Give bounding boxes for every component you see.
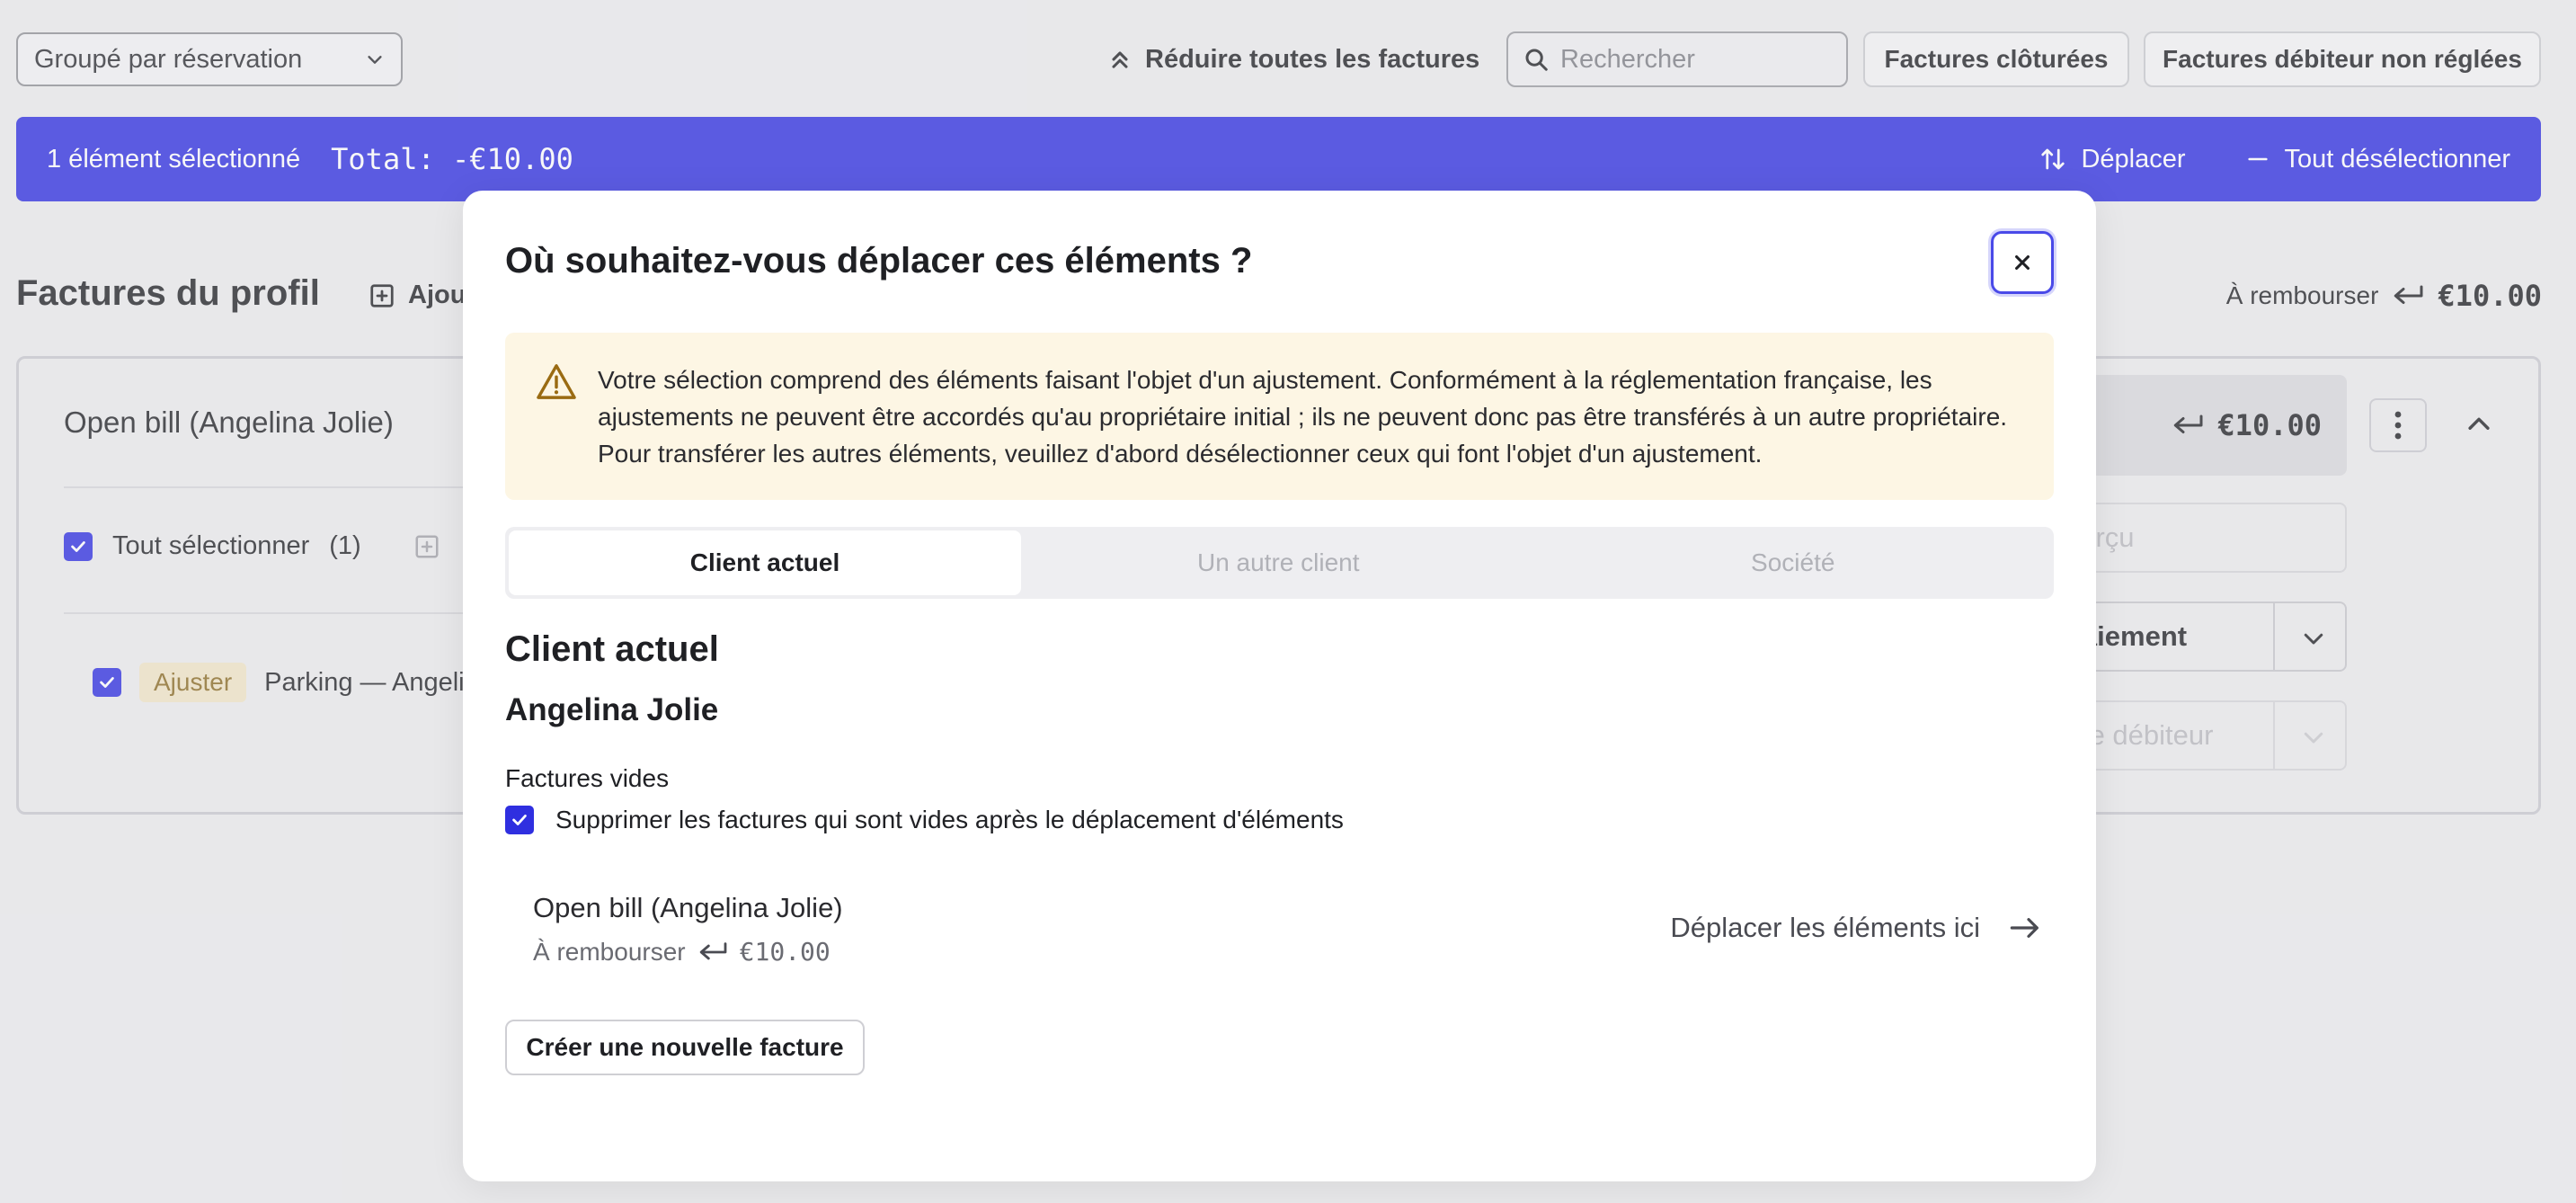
move-items-here-button[interactable]: Déplacer les éléments ici: [1670, 912, 2043, 944]
arrow-right-icon: [2010, 918, 2039, 938]
warning-text: Votre sélection comprend des éléments fa…: [598, 366, 2008, 468]
target-refund-amount: €10.00: [739, 937, 831, 967]
target-refund-label: À rembourser: [533, 937, 686, 966]
adjustment-warning: Votre sélection comprend des éléments fa…: [505, 333, 2054, 500]
delete-empty-checkbox[interactable]: [505, 806, 534, 834]
target-bill-refund: À rembourser €10.00: [533, 937, 831, 967]
modal-title: Où souhaitez-vous déplacer ces éléments …: [505, 241, 1253, 281]
tab-other-client[interactable]: Un autre client: [1021, 530, 1536, 595]
target-bill-row[interactable]: Open bill (Angelina Jolie) À rembourser …: [533, 892, 2043, 982]
move-items-here-label: Déplacer les éléments ici: [1670, 912, 1980, 943]
delete-empty-bills-option[interactable]: Supprimer les factures qui sont vides ap…: [505, 806, 1344, 834]
section-title: Client actuel: [505, 629, 719, 669]
close-icon: [2015, 255, 2030, 270]
destination-tabs: Client actuel Un autre client Société: [505, 527, 2054, 599]
empty-bills-label: Factures vides: [505, 764, 670, 792]
close-button[interactable]: [1991, 231, 2054, 294]
tab-current-client[interactable]: Client actuel: [509, 530, 1021, 595]
create-new-bill-button[interactable]: Créer une nouvelle facture: [505, 1020, 865, 1075]
tab-company[interactable]: Société: [1536, 530, 2051, 595]
delete-empty-label: Supprimer les factures qui sont vides ap…: [555, 806, 1344, 833]
return-arrow-icon: [699, 941, 727, 959]
client-name: Angelina Jolie: [505, 692, 719, 727]
move-items-modal: Où souhaitez-vous déplacer ces éléments …: [463, 191, 2096, 1181]
checkmark-icon: [512, 815, 527, 825]
target-bill-name: Open bill (Angelina Jolie): [533, 892, 843, 923]
warning-icon: [537, 364, 576, 399]
